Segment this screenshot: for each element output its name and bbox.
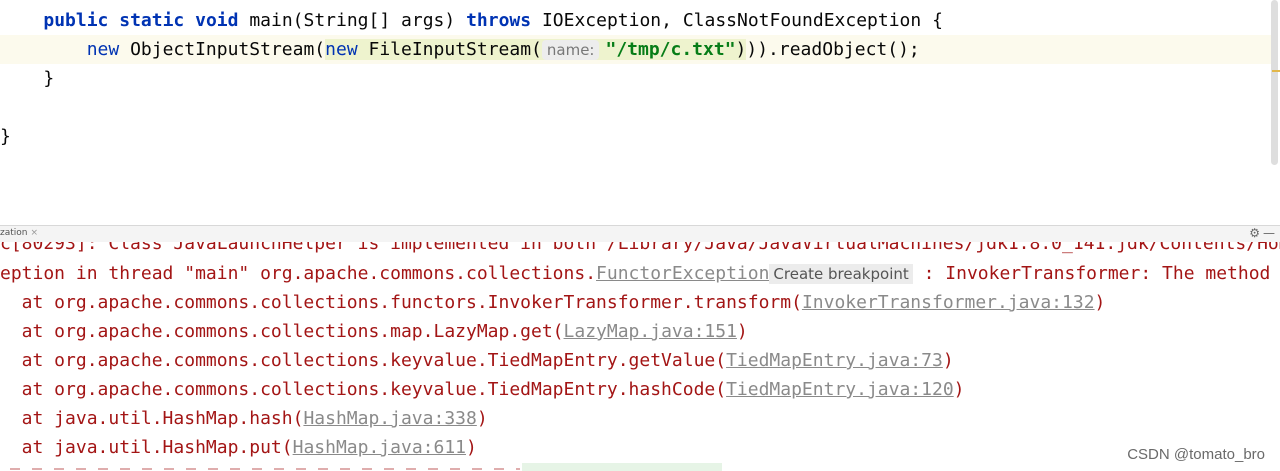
string-literal: "/tmp/c.txt" (605, 39, 736, 60)
close-tab-icon[interactable]: × (30, 228, 38, 238)
constructor-fileinputstream: FileInputStream( (368, 39, 542, 60)
keyword-throws: throws (466, 10, 532, 31)
console-line-warning: c[80293]: Class JavaLaunchHelper is impl… (0, 242, 1280, 254)
class-close-brace: } (0, 126, 11, 147)
stack-frame: at java.util.HashMap.put(HashMap.java:61… (0, 437, 477, 458)
stack-frame: at org.apache.commons.collections.map.La… (0, 321, 748, 342)
code-editor[interactable]: public static void main(String[] args) t… (0, 0, 1280, 225)
exception-list: IOException, ClassNotFoundException { (541, 10, 943, 31)
source-link[interactable]: TiedMapEntry.java:73 (726, 350, 943, 371)
source-link[interactable]: HashMap.java:611 (293, 437, 466, 458)
watermark: CSDN @tomato_bro (1127, 446, 1265, 463)
parameter-hint: name: (541, 40, 600, 60)
console-line-exception: eption in thread "main" org.apache.commo… (0, 263, 1280, 284)
keyword-void: void (195, 10, 239, 31)
editor-scrollbar[interactable] (1271, 0, 1278, 165)
clipped-stack-frame (0, 463, 730, 471)
keyword-new: new (86, 39, 120, 60)
source-link[interactable]: TiedMapEntry.java:120 (726, 379, 954, 400)
method-signature-line: public static void main(String[] args) t… (0, 6, 943, 35)
stack-frame: at java.util.HashMap.hash(HashMap.java:3… (0, 408, 488, 429)
stack-frame: at org.apache.commons.collections.keyval… (0, 350, 954, 371)
current-line[interactable]: new ObjectInputStream(new FileInputStrea… (0, 35, 1272, 64)
minimize-icon[interactable]: — (1263, 226, 1275, 240)
method-close-brace: } (43, 68, 55, 89)
source-link[interactable]: HashMap.java:338 (303, 408, 476, 429)
warning-marker[interactable] (1272, 70, 1280, 72)
source-link[interactable]: LazyMap.java:151 (564, 321, 737, 342)
constructor-objectinputstream: ObjectInputStream( (130, 39, 326, 60)
stack-frame: at org.apache.commons.collections.functo… (0, 292, 1106, 313)
create-breakpoint-tooltip[interactable]: Create breakpoint (769, 264, 913, 284)
exception-class-link[interactable]: FunctorException (596, 263, 769, 284)
gear-icon[interactable]: ⚙ (1249, 226, 1260, 240)
keyword-static: static (119, 10, 185, 31)
run-tab[interactable]: zation × (0, 228, 38, 238)
keyword-public: public (43, 10, 109, 31)
console-output[interactable]: c[80293]: Class JavaLaunchHelper is impl… (0, 242, 1280, 471)
keyword-new-inner: new (325, 39, 358, 60)
run-toolbar: zation × ⚙ — (0, 225, 1280, 243)
source-link[interactable]: InvokerTransformer.java:132 (802, 292, 1095, 313)
method-name: main(String[] args) (249, 10, 456, 31)
call-tail: )).readObject(); (746, 39, 920, 60)
stack-frame: at org.apache.commons.collections.keyval… (0, 379, 965, 400)
